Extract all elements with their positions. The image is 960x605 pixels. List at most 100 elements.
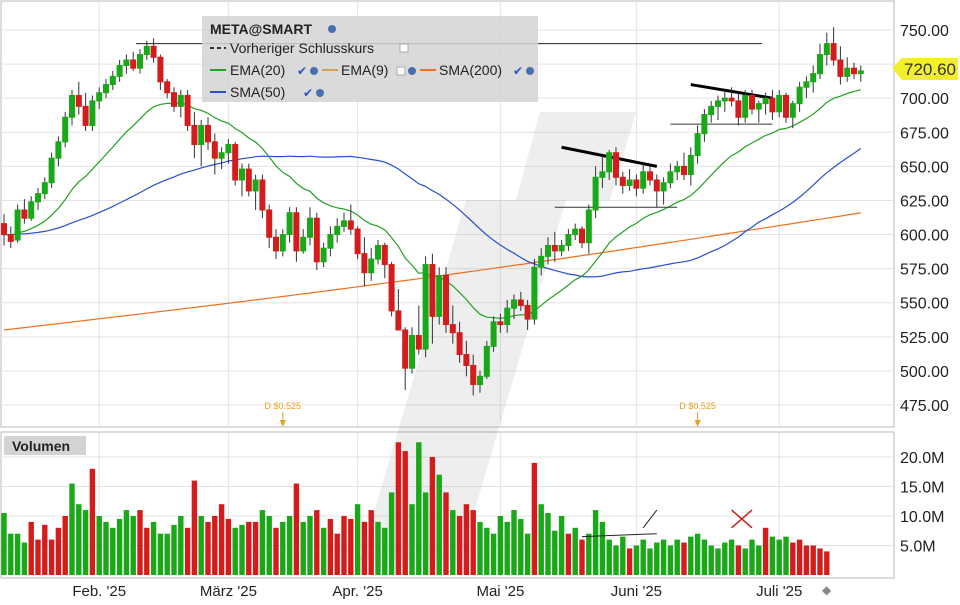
candle-body <box>48 157 55 184</box>
volume-bar <box>35 539 41 575</box>
legend-ema9: EMA(9) <box>341 62 388 78</box>
sma50-settings-icon[interactable] <box>316 89 324 97</box>
volume-bar <box>735 545 742 575</box>
volume-bar <box>42 524 48 575</box>
volume-bar <box>456 516 463 575</box>
candle-body <box>558 244 565 252</box>
volume-tick-label: 15.0M <box>900 480 944 497</box>
candle-body <box>585 209 592 244</box>
volume-bar <box>246 521 252 575</box>
candle-body <box>239 168 245 181</box>
volume-bar <box>572 527 578 575</box>
volume-bar <box>824 551 830 575</box>
volume-bar <box>48 539 55 575</box>
candle-body <box>157 56 164 83</box>
candle-body <box>579 228 585 244</box>
legend-sma200: SMA(200) <box>439 62 502 78</box>
candle-body <box>606 152 613 173</box>
candle-body <box>293 212 300 252</box>
volume-bar <box>728 539 735 575</box>
volume-bar <box>198 516 204 575</box>
volume-bar <box>314 510 320 575</box>
ema9-toggle-icon[interactable] <box>396 66 406 76</box>
volume-bar <box>586 533 592 575</box>
candle-body <box>137 54 143 69</box>
volume-bar <box>436 474 442 575</box>
candle-body <box>409 334 415 369</box>
candle-body <box>517 299 524 306</box>
volume-label-box: Volumen <box>4 436 86 455</box>
volume-tick-label: 10.0M <box>900 509 944 526</box>
candle-body <box>28 201 35 219</box>
ema9-settings-icon[interactable] <box>408 67 416 75</box>
volume-bar <box>606 539 612 575</box>
volume-bar <box>484 527 490 575</box>
candle-body <box>1 223 7 236</box>
ema20-settings-icon[interactable] <box>310 67 318 75</box>
volume-bar <box>667 545 674 575</box>
volume-bar <box>579 539 585 575</box>
volume-bar <box>688 536 694 575</box>
volume-tick-label: 5.0M <box>900 539 936 556</box>
volume-bar <box>116 518 123 575</box>
candle-body <box>749 94 755 110</box>
candle-body <box>647 171 653 181</box>
price-tick-label: 525.00 <box>900 330 949 347</box>
volume-bar <box>164 533 170 575</box>
candle-body <box>857 70 864 75</box>
scroll-right-icon[interactable]: ◆ <box>822 583 832 597</box>
time-tick-label: Juli '25 <box>756 583 802 600</box>
candle-body <box>402 329 409 369</box>
volume-bar <box>749 539 755 575</box>
candle-body <box>592 176 599 211</box>
volume-bar <box>558 516 565 575</box>
volume-bar <box>511 510 517 575</box>
volume-bar <box>1 513 7 575</box>
candle-body <box>626 179 633 186</box>
volume-bar <box>259 510 266 575</box>
candle-body <box>211 141 218 159</box>
candle-body <box>687 154 694 176</box>
candle-body <box>572 228 579 236</box>
price-tick-label: 500.00 <box>900 364 949 381</box>
candle-body <box>347 220 354 230</box>
volume-bar <box>320 527 327 575</box>
volume-bar <box>184 527 191 575</box>
volume-bar <box>640 539 646 575</box>
candle-body <box>490 321 497 347</box>
volume-bar <box>307 516 313 575</box>
candle-body <box>497 321 504 326</box>
volume-bar <box>218 504 225 575</box>
volume-bar <box>776 539 782 575</box>
volume-bar <box>565 533 572 575</box>
volume-bar <box>769 536 776 575</box>
volume-bar <box>518 518 524 575</box>
volume-bar <box>552 530 558 575</box>
volume-bar <box>626 548 633 575</box>
sma200-check-icon[interactable]: ✔ <box>513 64 523 78</box>
volume-bar <box>817 548 823 575</box>
candle-body <box>273 236 279 252</box>
volume-bar <box>130 516 136 575</box>
volume-bar <box>592 510 599 575</box>
sma50-check-icon[interactable]: ✔ <box>303 86 313 100</box>
volume-bar <box>212 516 218 575</box>
volume-label: Volumen <box>12 438 70 454</box>
candle-body <box>395 310 402 331</box>
volume-bar <box>76 504 82 575</box>
symbol-settings-icon[interactable] <box>328 25 336 33</box>
volume-bar <box>8 533 14 575</box>
candle-body <box>150 45 157 58</box>
price-tick-label: 575.00 <box>900 262 949 279</box>
sma200-settings-icon[interactable] <box>526 67 534 75</box>
volume-tick-label: 20.0M <box>900 450 944 467</box>
candle-body <box>619 176 626 186</box>
candle-body <box>538 255 545 268</box>
candle-body <box>307 217 313 238</box>
ema20-check-icon[interactable]: ✔ <box>297 64 307 78</box>
candle-body <box>715 100 721 107</box>
volume-bar <box>531 462 538 575</box>
chart-root: 750.00725.00700.00675.00650.00625.00600.… <box>0 0 960 600</box>
candle-body <box>184 94 191 126</box>
prev-close-toggle-icon[interactable] <box>399 43 409 53</box>
